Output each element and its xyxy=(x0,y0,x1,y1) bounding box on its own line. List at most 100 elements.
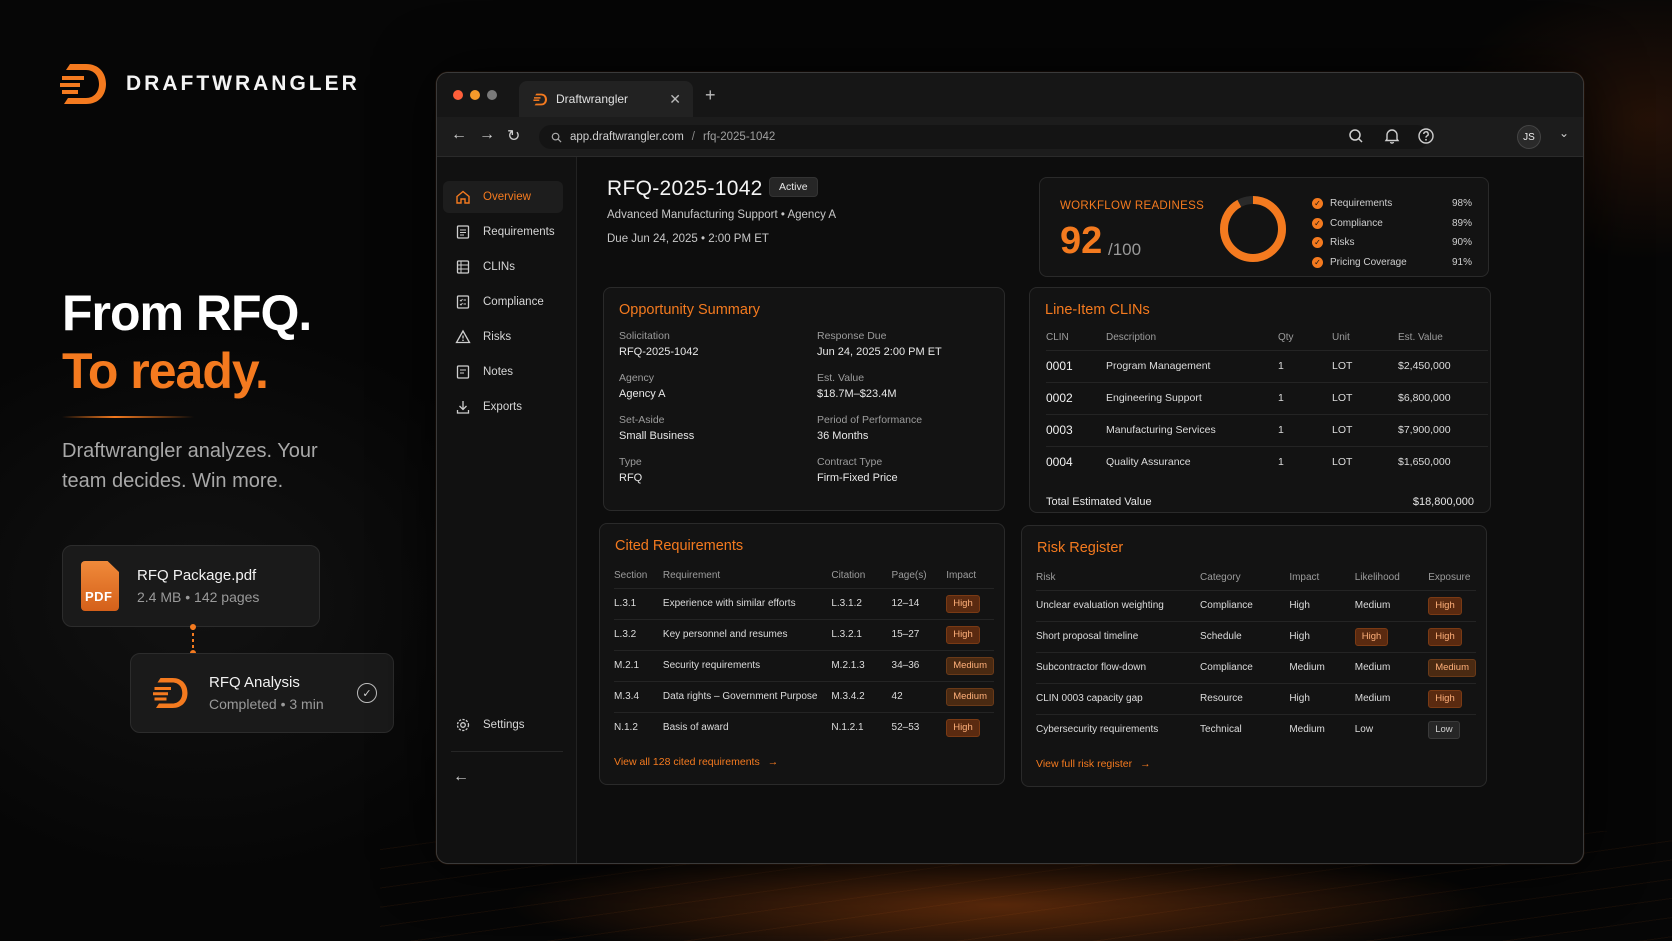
sidebar-item-label: Notes xyxy=(483,366,514,378)
risk-register-card: Risk Register Risk Category Impact Likel… xyxy=(1021,525,1487,787)
table-row[interactable]: CLIN 0003 capacity gap Resource High Medium… xyxy=(1036,682,1476,714)
search-icon xyxy=(551,132,562,143)
help-icon[interactable] xyxy=(1417,127,1435,145)
card-title: Risk Register xyxy=(1037,540,1124,556)
sidebar-item-label: Compliance xyxy=(483,296,544,308)
analysis-card[interactable]: RFQ Analysis Completed • 3 min ✓ xyxy=(130,653,394,733)
view-all-requirements-link[interactable]: View all 128 cited requirements → xyxy=(614,756,778,768)
forward-arrow-icon[interactable]: → xyxy=(479,126,495,144)
new-tab-icon[interactable]: + xyxy=(705,85,716,106)
back-arrow-icon[interactable]: ← xyxy=(451,126,467,144)
table-row[interactable]: L.3.2 Key personnel and resumes L.3.2.1 15–… xyxy=(614,618,994,650)
impact-badge: High xyxy=(946,718,980,737)
impact-badge: Medium xyxy=(946,687,994,706)
maximize-window-button[interactable] xyxy=(487,90,497,100)
view-full-risk-register-link[interactable]: View full risk register → xyxy=(1036,758,1151,770)
rfq-subtitle: Advanced Manufacturing Support • Agency … xyxy=(607,209,837,221)
page-title: RFQ-2025-1042 xyxy=(607,177,763,200)
field-set-aside: Set-Aside Small Business xyxy=(619,414,695,442)
hero-line-2: To ready. xyxy=(62,343,269,399)
table-row[interactable]: M.3.4 Data rights – Government Purpose M.3… xyxy=(614,680,994,712)
line-item-clins-card: Line-Item CLINs CLIN Description Qty Uni… xyxy=(1029,287,1491,513)
sidebar-item-risks[interactable]: Risks xyxy=(443,321,563,353)
likelihood-badge: High xyxy=(1354,627,1389,646)
check-icon: ✓ xyxy=(1312,237,1323,249)
check-icon: ✓ xyxy=(357,683,377,703)
flow-connector xyxy=(190,624,196,656)
readiness-item: ✓ Pricing Coverage 91% xyxy=(1312,253,1472,273)
field-contract-type: Contract Type Firm-Fixed Price xyxy=(817,456,898,484)
exposure-badge: High xyxy=(1428,596,1462,615)
sidebar-item-label: Settings xyxy=(483,719,525,731)
exposure-badge: Low xyxy=(1428,720,1460,739)
tab-title: Draftwrangler xyxy=(556,92,629,106)
home-icon xyxy=(456,190,470,204)
bell-icon[interactable] xyxy=(1383,127,1401,145)
readiness-item: ✓ Risks 90% xyxy=(1312,233,1472,253)
table-header-row: Section Requirement Citation Page(s) Imp… xyxy=(614,570,977,582)
arrow-right-icon: → xyxy=(767,756,779,768)
hero-tagline: Draftwrangler analyzes. Your team decide… xyxy=(62,440,318,492)
search-icon[interactable] xyxy=(1347,127,1365,145)
draftwrangler-logo-icon xyxy=(153,678,188,708)
total-row: Total Estimated Value $18,800,000 xyxy=(1046,496,1474,508)
sidebar-item-exports[interactable]: Exports xyxy=(443,391,563,423)
collapse-sidebar-arrow-icon[interactable]: ← xyxy=(453,768,469,786)
sidebar-item-requirements[interactable]: Requirements xyxy=(443,216,563,248)
headline-divider xyxy=(62,416,194,418)
card-title: Cited Requirements xyxy=(615,538,744,554)
table-row[interactable]: N.1.2 Basis of award N.1.2.1 52–53 High xyxy=(614,711,994,743)
card-title: Opportunity Summary xyxy=(619,302,761,318)
table-row[interactable]: L.3.1 Experience with similar efforts L.3.… xyxy=(614,587,994,619)
table-row[interactable]: M.2.1 Security requirements M.2.1.3 34–36 Me… xyxy=(614,649,994,681)
readiness-ring xyxy=(1220,196,1286,262)
close-window-button[interactable] xyxy=(453,90,463,100)
browser-window: Draftwrangler ✕ + ← → ↻ app.draftwrangle… xyxy=(436,72,1584,864)
pdf-icon-text: PDF xyxy=(85,589,113,604)
chevron-down-icon[interactable]: ⌄ xyxy=(1559,126,1569,140)
table-row[interactable]: 0003 Manufacturing Services 1 LOT $7,900,000 xyxy=(1046,413,1488,446)
brand-name: DRAFTWRANGLER xyxy=(126,72,360,95)
browser-tab[interactable]: Draftwrangler ✕ xyxy=(519,81,693,117)
check-icon: ✓ xyxy=(1312,217,1323,229)
table-row[interactable]: 0001 Program Management 1 LOT $2,450,000 xyxy=(1046,349,1488,382)
clins-table: CLIN Description Qty Unit Est. Value 000… xyxy=(1046,326,1488,478)
url-path: rfq-2025-1042 xyxy=(703,131,776,143)
sidebar-item-overview[interactable]: Overview xyxy=(443,181,563,213)
url-field[interactable]: app.draftwrangler.com / rfq-2025-1042 xyxy=(539,125,1429,149)
analysis-meta: Completed • 3 min xyxy=(209,696,324,712)
sidebar-item-settings[interactable]: Settings xyxy=(443,709,563,741)
minimize-window-button[interactable] xyxy=(470,90,480,100)
readiness-score: 92 xyxy=(1060,220,1103,262)
table-header-row: Risk Category Impact Likelihood Exposure xyxy=(1036,572,1471,584)
cited-requirements-table: Section Requirement Citation Page(s) Imp… xyxy=(614,564,994,743)
table-row[interactable]: Subcontractor flow-down Compliance Medium M… xyxy=(1036,651,1476,683)
field-period-of-performance: Period of Performance 36 Months xyxy=(817,414,923,442)
sidebar-item-compliance[interactable]: Compliance xyxy=(443,286,563,318)
sidebar-item-label: Overview xyxy=(483,191,531,203)
table-row[interactable]: Short proposal timeline Schedule High High H… xyxy=(1036,620,1476,652)
table-row[interactable]: Unclear evaluation weighting Compliance Hi… xyxy=(1036,589,1476,621)
sidebar-item-notes[interactable]: Notes xyxy=(443,356,563,388)
sidebar-item-label: Requirements xyxy=(483,226,555,238)
cited-requirements-card: Cited Requirements Section Requirement C… xyxy=(599,523,1005,785)
table-row[interactable]: Cybersecurity requirements Technical Mediu… xyxy=(1036,713,1476,745)
field-solicitation: Solicitation RFQ-2025-1042 xyxy=(619,330,699,358)
table-row[interactable]: 0002 Engineering Support 1 LOT $6,800,000 xyxy=(1046,381,1488,414)
close-tab-icon[interactable]: ✕ xyxy=(669,91,681,108)
file-meta: 2.4 MB • 142 pages xyxy=(137,589,260,605)
analysis-title: RFQ Analysis xyxy=(209,674,300,691)
table-row[interactable]: 0004 Quality Assurance 1 LOT $1,650,000 xyxy=(1046,445,1488,478)
impact-badge: High xyxy=(946,594,980,613)
impact-badge: Medium xyxy=(946,656,994,675)
readiness-item: ✓ Compliance 89% xyxy=(1312,214,1472,234)
file-card[interactable]: PDF RFQ Package.pdf 2.4 MB • 142 pages xyxy=(62,545,320,627)
sidebar-item-clins[interactable]: CLINs xyxy=(443,251,563,283)
reload-icon[interactable]: ↻ xyxy=(507,126,520,146)
avatar[interactable]: JS xyxy=(1517,125,1541,149)
table-header-row: CLIN Description Qty Unit Est. Value xyxy=(1046,332,1443,344)
readiness-breakdown: ✓ Requirements 98% ✓ Compliance 89% ✓ Risks 90… xyxy=(1312,194,1472,272)
file-name: RFQ Package.pdf xyxy=(137,567,257,584)
arrow-right-icon: → xyxy=(1140,758,1151,770)
field-est-value: Est. Value $18.7M–$23.4M xyxy=(817,372,897,400)
